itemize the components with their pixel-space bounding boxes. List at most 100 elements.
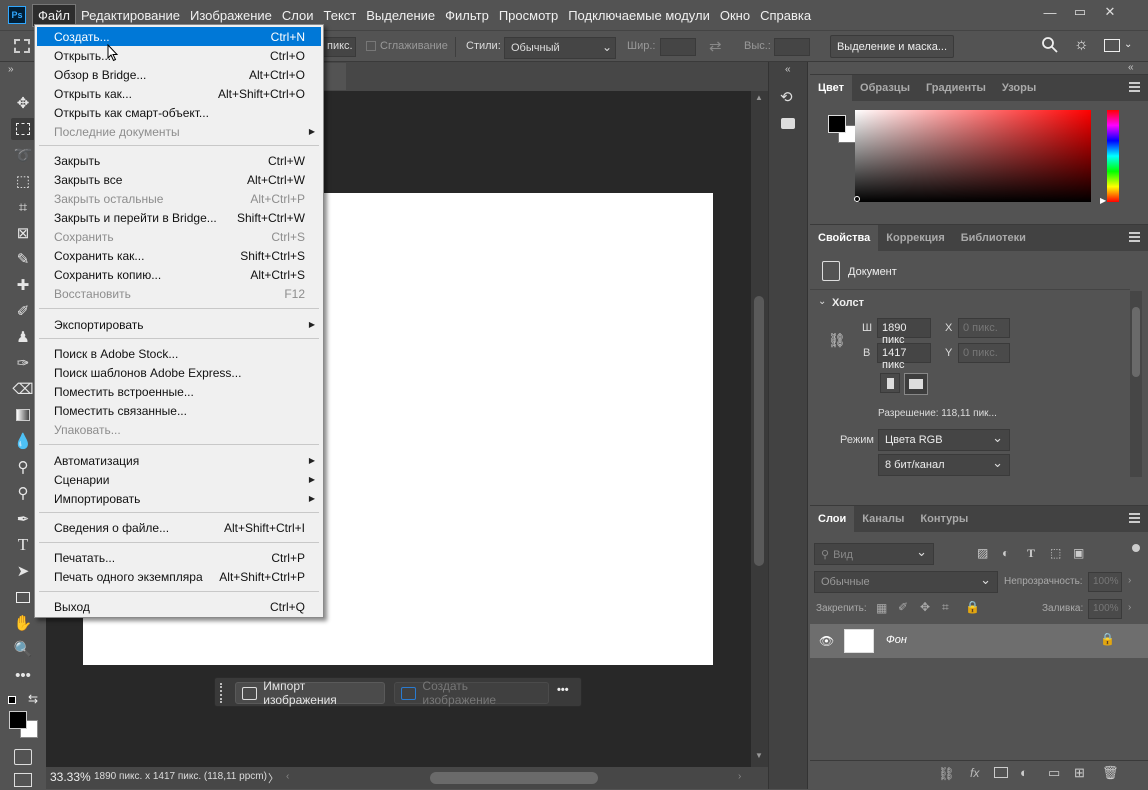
comments-icon[interactable] (781, 118, 795, 129)
workspace-icon[interactable] (1104, 39, 1120, 52)
dodge-tool-icon[interactable]: ⚲ (11, 482, 35, 504)
group-folder-icon[interactable]: ▭ (1048, 765, 1060, 781)
adjustment-layer-icon[interactable]: ◐ (1020, 765, 1028, 780)
gradient-tool-icon[interactable] (11, 404, 35, 426)
lock-all-icon[interactable]: 🔒 (965, 600, 980, 614)
fill-field[interactable]: 100% (1088, 599, 1122, 619)
menu-item-automate[interactable]: Автоматизация ▶ (37, 451, 321, 470)
menu-item-save-as[interactable]: Сохранить как... Shift+Ctrl+S (37, 246, 321, 265)
menu-item-new[interactable]: Создать... Ctrl+N (37, 27, 321, 46)
tab-gradients[interactable]: Градиенты (918, 75, 994, 101)
layer-name[interactable]: Фон (886, 634, 907, 646)
menu-item-close[interactable]: Закрыть Ctrl+W (37, 151, 321, 170)
bit-depth-select[interactable]: 8 бит/канал (878, 454, 1010, 476)
layer-filter-select[interactable]: ⚲ Вид (814, 543, 934, 565)
lock-position-icon[interactable]: ✥ (920, 600, 930, 614)
trash-icon[interactable]: 🗑 (1102, 765, 1119, 781)
canvas-section-title[interactable]: Холст (832, 297, 864, 309)
scroll-thumb[interactable] (754, 296, 764, 566)
menu-layers[interactable]: Слои (277, 5, 319, 26)
scroll-left-icon[interactable]: ‹ (286, 771, 289, 782)
filter-shape-icon[interactable]: ⬚ (1050, 546, 1061, 560)
rectangle-tool-icon[interactable] (11, 586, 35, 608)
menu-item-open-smart-object[interactable]: Открыть как смарт-объект... (37, 103, 321, 122)
generate-image-button[interactable]: Создать изображение (394, 679, 549, 707)
status-arrow-icon[interactable]: 〉 (268, 770, 279, 786)
canvas-y-field[interactable]: 0 пикс. (958, 343, 1010, 363)
lasso-tool-icon[interactable]: ➰ (11, 144, 35, 166)
dodge-tool-icon[interactable]: ⚲ (11, 456, 35, 478)
move-tool-icon[interactable]: ✥ (11, 92, 35, 114)
eraser-tool-icon[interactable]: ⌫ (11, 378, 35, 400)
drag-handle-icon[interactable] (220, 683, 223, 703)
search-icon[interactable] (1041, 36, 1059, 59)
menu-plugins[interactable]: Подключаемые модули (563, 5, 715, 26)
fx-icon[interactable]: fx (970, 766, 979, 780)
more-tools-icon[interactable]: ••• (11, 664, 35, 686)
marquee-tool-icon[interactable] (11, 118, 35, 140)
filter-toggle[interactable] (1132, 544, 1140, 552)
menu-item-print[interactable]: Печатать... Ctrl+P (37, 548, 321, 567)
menu-item-save[interactable]: Сохранить Ctrl+S (37, 227, 321, 246)
hue-slider-handle[interactable]: ▶ (1100, 196, 1106, 205)
link-layers-icon[interactable]: ⛓ (938, 766, 955, 782)
tab-channels[interactable]: Каналы (854, 506, 912, 532)
menu-item-print-one[interactable]: Печать одного экземпляра Alt+Shift+Ctrl+P (37, 567, 321, 586)
marquee-tool-preset-icon[interactable] (14, 39, 30, 53)
style-select[interactable]: Обычный (504, 37, 616, 59)
panel-menu-icon[interactable] (1129, 232, 1140, 242)
frame-tool-icon[interactable]: ⊠ (11, 222, 35, 244)
default-colors-icon[interactable] (8, 696, 16, 704)
antialias-checkbox[interactable] (366, 41, 376, 51)
filter-pixel-icon[interactable]: ▨ (977, 546, 988, 560)
collapse-icon[interactable]: « (785, 64, 791, 75)
menu-item-file-info[interactable]: Сведения о файле... Alt+Shift+Ctrl+I (37, 518, 321, 537)
menu-item-close-all[interactable]: Закрыть все Alt+Ctrl+W (37, 170, 321, 189)
vertical-scrollbar[interactable]: ▲ ▼ (751, 91, 768, 767)
canvas-width-field[interactable]: 1890 пикс (877, 318, 931, 346)
more-options-icon[interactable]: ••• (557, 684, 569, 696)
menu-item-place-embedded[interactable]: Поместить встроенные... (37, 382, 321, 401)
collapse-icon[interactable]: » (8, 64, 14, 75)
menu-image[interactable]: Изображение (185, 5, 277, 26)
document-info[interactable]: 1890 пикс. x 1417 пикс. (118,11 ppcm) (94, 771, 267, 782)
color-field[interactable] (855, 110, 1091, 202)
menu-item-package[interactable]: Упаковать... (37, 420, 321, 439)
menu-item-revert[interactable]: Восстановить F12 (37, 284, 321, 303)
properties-scrollbar[interactable] (1130, 291, 1142, 477)
feather-field[interactable]: пикс. (322, 37, 356, 57)
new-layer-icon[interactable]: ⊞ (1074, 765, 1085, 781)
tab-layers[interactable]: Слои (810, 506, 855, 532)
menu-select[interactable]: Выделение (361, 5, 440, 26)
link-icon[interactable]: ⛓ (828, 332, 846, 349)
panel-menu-icon[interactable] (1129, 513, 1140, 523)
select-and-mask-button[interactable]: Выделение и маска... (830, 35, 954, 58)
brush-tool-icon[interactable]: ✐ (11, 300, 35, 322)
width-field[interactable] (660, 38, 696, 56)
lock-transparent-icon[interactable]: ▦ (876, 601, 887, 615)
menu-item-save-copy[interactable]: Сохранить копию... Alt+Ctrl+S (37, 265, 321, 284)
menu-item-search-stock[interactable]: Поиск в Adobe Stock... (37, 344, 321, 363)
filter-smart-object-icon[interactable]: ▣ (1073, 546, 1084, 560)
opacity-field[interactable]: 100% (1088, 572, 1122, 592)
tab-color[interactable]: Цвет (810, 75, 853, 101)
foreground-color-chip[interactable] (828, 115, 846, 133)
panel-menu-icon[interactable] (1129, 82, 1140, 92)
menu-item-search-express[interactable]: Поиск шаблонов Adobe Express... (37, 363, 321, 382)
blur-tool-icon[interactable]: 💧 (11, 430, 35, 452)
menu-item-place-linked[interactable]: Поместить связанные... (37, 401, 321, 420)
tab-libraries[interactable]: Библиотеки (953, 225, 1034, 251)
history-brush-tool-icon[interactable]: ✑ (11, 352, 35, 374)
menu-item-scripts[interactable]: Сценарии ▶ (37, 470, 321, 489)
type-tool-icon[interactable]: T (11, 534, 35, 556)
zoom-tool-icon[interactable]: 🔍 (11, 638, 35, 660)
close-button[interactable]: ✕ (1096, 3, 1124, 21)
tab-properties[interactable]: Свойства (810, 225, 879, 251)
path-select-tool-icon[interactable]: ➤ (11, 560, 35, 582)
healing-brush-tool-icon[interactable]: ✚ (11, 274, 35, 296)
landscape-orientation-button[interactable] (904, 373, 928, 395)
menu-item-close-others[interactable]: Закрыть остальные Alt+Ctrl+P (37, 189, 321, 208)
filter-type-icon[interactable]: T (1027, 546, 1035, 561)
color-picker-handle[interactable] (854, 196, 860, 202)
horizontal-scroll-thumb[interactable] (430, 772, 598, 784)
